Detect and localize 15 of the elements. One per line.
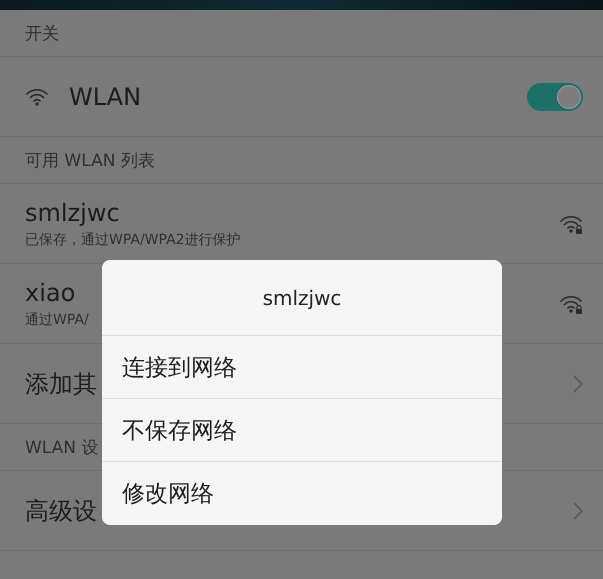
network-status: 通过WPA/ <box>25 310 89 328</box>
section-header: 可用 WLAN 列表 <box>0 137 603 184</box>
network-name: xiao <box>25 278 76 306</box>
network-status: 已保存，通过WPA/WPA2进行保护 <box>25 230 241 248</box>
dialog-option[interactable]: 不保存网络 <box>102 399 502 462</box>
dialog-option[interactable]: 连接到网络 <box>102 336 502 399</box>
section-header: 开关 <box>0 10 603 57</box>
dialog-title: smlzjwc <box>102 260 502 336</box>
setting-label: 添加其 <box>25 368 97 400</box>
setting-label: 高级设 <box>25 496 97 526</box>
chevron-right-icon <box>573 502 583 520</box>
toggle-switch[interactable] <box>527 82 583 110</box>
chevron-right-icon <box>573 374 583 392</box>
setting-label: WLAN <box>69 82 142 110</box>
network-name: smlzjwc <box>25 198 120 226</box>
